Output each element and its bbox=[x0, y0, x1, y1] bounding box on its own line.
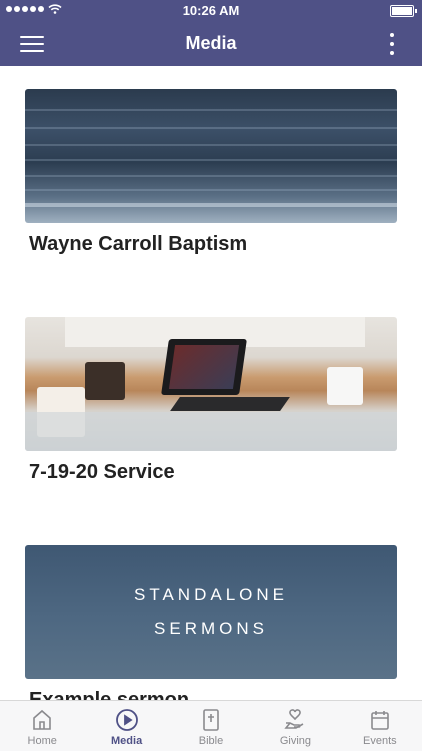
tab-label: Giving bbox=[279, 735, 312, 747]
status-time: 10:26 AM bbox=[182, 3, 240, 18]
tab-media[interactable]: Media bbox=[84, 701, 168, 751]
tab-label: Home bbox=[27, 735, 57, 747]
coffee-cup-shape bbox=[85, 362, 125, 400]
table-surface bbox=[25, 412, 397, 451]
card-title: 7-19-20 Service bbox=[29, 461, 175, 483]
tab-label: Events bbox=[363, 735, 397, 747]
media-card[interactable]: STANDALONE SERMONS Example sermon bbox=[25, 545, 397, 712]
tablet-shape bbox=[161, 339, 247, 395]
tab-label: Bible bbox=[198, 735, 224, 747]
card-thumbnail-tablet bbox=[25, 317, 397, 451]
giving-hand-icon bbox=[284, 709, 304, 729]
more-vertical-icon[interactable] bbox=[388, 32, 396, 56]
mug-shape bbox=[327, 367, 363, 405]
home-icon bbox=[33, 709, 52, 730]
calendar-icon bbox=[371, 711, 389, 730]
tab-bible[interactable]: Bible bbox=[169, 701, 253, 751]
card-thumbnail-ocean bbox=[25, 89, 397, 223]
tab-home[interactable]: Home bbox=[0, 701, 84, 751]
card-thumbnail-sermons: STANDALONE SERMONS bbox=[25, 545, 397, 679]
sermon-banner-line-2: SERMONS bbox=[154, 619, 268, 638]
bottom-tab-bar: Home Media Bible Giving Events bbox=[0, 700, 422, 751]
tab-label: Media bbox=[111, 735, 143, 747]
play-circle-icon bbox=[115, 709, 138, 731]
sermon-banner-line-1: STANDALONE bbox=[134, 585, 288, 604]
status-bar: 10:26 AM bbox=[0, 0, 422, 22]
bible-icon bbox=[203, 709, 219, 731]
card-title: Wayne Carroll Baptism bbox=[29, 233, 248, 255]
battery-icon bbox=[390, 5, 417, 17]
media-card[interactable]: Wayne Carroll Baptism bbox=[25, 89, 397, 256]
keyboard-shape bbox=[170, 397, 290, 411]
top-navbar: Media bbox=[0, 22, 422, 66]
media-card[interactable]: 7-19-20 Service bbox=[25, 317, 397, 484]
page-title: Media bbox=[185, 33, 237, 53]
tab-events[interactable]: Events bbox=[338, 701, 422, 751]
tab-giving[interactable]: Giving bbox=[253, 701, 337, 751]
